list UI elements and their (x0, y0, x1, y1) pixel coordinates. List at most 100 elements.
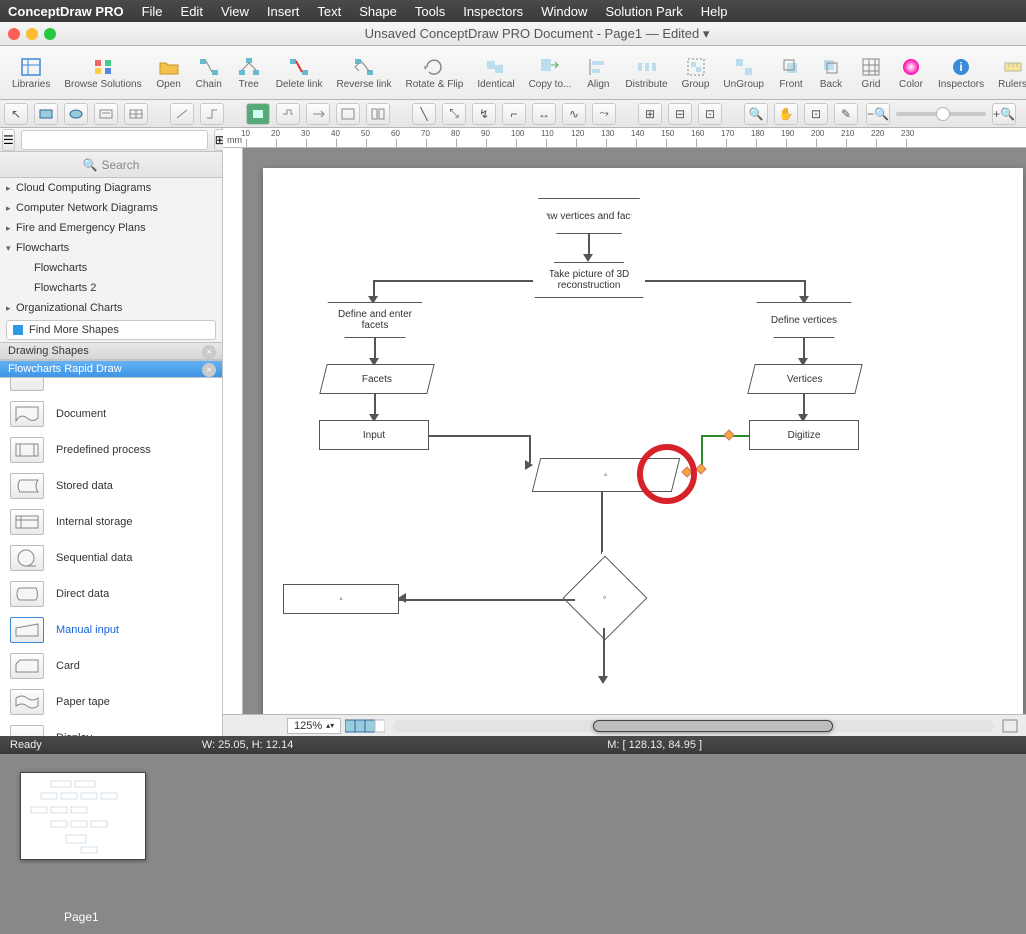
sidebar-search[interactable]: 🔍 Search (0, 152, 222, 178)
shape-predefined-process[interactable]: Predefined process (0, 432, 222, 468)
menu-text[interactable]: Text (317, 4, 341, 19)
connector-tool-2[interactable] (200, 103, 224, 125)
shape-paper-tape[interactable]: Paper tape (0, 684, 222, 720)
node-vertices[interactable]: Vertices (747, 364, 862, 394)
zoom-window-button[interactable] (44, 28, 56, 40)
node-define-vertices[interactable]: Define vertices (750, 302, 858, 338)
menu-help[interactable]: Help (701, 4, 728, 19)
toolbar-front[interactable]: Front (772, 48, 810, 98)
sidebar-filter-input[interactable] (21, 130, 208, 150)
shape-manual-input[interactable]: Manual input (0, 612, 222, 648)
zoom-in-button[interactable]: +🔍 (992, 103, 1016, 125)
crop-tool[interactable]: ⊡ (804, 103, 828, 125)
toolbar-identical[interactable]: Identical (471, 48, 520, 98)
close-icon[interactable]: × (202, 345, 216, 359)
canvas[interactable]: Draw vertices and facets Take picture of… (243, 148, 1026, 714)
node-take-picture[interactable]: Take picture of 3D reconstruction (527, 262, 651, 298)
shape-item[interactable] (0, 378, 222, 396)
ellipse-tool[interactable] (64, 103, 88, 125)
shape-document[interactable]: Document (0, 396, 222, 432)
node-facets[interactable]: Facets (319, 364, 434, 394)
minimize-window-button[interactable] (26, 28, 38, 40)
toolbar-inspectors[interactable]: iInspectors (932, 48, 990, 98)
horizontal-scrollbar[interactable] (393, 720, 994, 732)
toolbar-align[interactable]: Align (579, 48, 617, 98)
line-tool-4[interactable]: ⌐ (502, 103, 526, 125)
toolbar-chain[interactable]: Chain (190, 48, 228, 98)
node-empty-rect[interactable]: ◦ (283, 584, 399, 614)
find-more-shapes[interactable]: Find More Shapes (6, 320, 216, 340)
shape-display[interactable]: Display (0, 720, 222, 736)
zoom-tool[interactable]: 🔍 (744, 103, 768, 125)
toolbar-rulers[interactable]: Rulers (992, 48, 1026, 98)
hand-tool[interactable]: ✋ (774, 103, 798, 125)
table-tool[interactable] (124, 103, 148, 125)
tree-item-cloud[interactable]: ▸Cloud Computing Diagrams (0, 178, 222, 198)
close-icon[interactable]: × (202, 363, 216, 377)
toolbar-back[interactable]: Back (812, 48, 850, 98)
app-name[interactable]: ConceptDraw PRO (8, 4, 124, 19)
line-tool-2[interactable]: ⤡ (442, 103, 466, 125)
zoom-slider[interactable] (896, 112, 986, 116)
shape-sequential-data[interactable]: Sequential data (0, 540, 222, 576)
rapid-draw-1[interactable] (246, 103, 270, 125)
node-input[interactable]: Input (319, 420, 429, 450)
page-nav-icons[interactable] (345, 719, 385, 733)
toolbar-distribute[interactable]: Distribute (619, 48, 673, 98)
rapid-draw-5[interactable] (366, 103, 390, 125)
text-tool[interactable] (94, 103, 118, 125)
toolbar-tree[interactable]: Tree (230, 48, 268, 98)
shape-direct-data[interactable]: Direct data (0, 576, 222, 612)
toolbar-group[interactable]: Group (676, 48, 716, 98)
page-thumbnail-1[interactable] (20, 772, 146, 860)
line-tool-3[interactable]: ↯ (472, 103, 496, 125)
rect-tool[interactable] (34, 103, 58, 125)
node-define-enter-facets[interactable]: Define and enter facets (321, 302, 429, 338)
node-draw-vertices[interactable]: Draw vertices and facets (531, 198, 647, 234)
shape-internal-storage[interactable]: Internal storage (0, 504, 222, 540)
eyedropper-tool[interactable]: ✎ (834, 103, 858, 125)
snap-tool-2[interactable]: ⊟ (668, 103, 692, 125)
node-digitize[interactable]: Digitize (749, 420, 859, 450)
toolbar-rotate-flip[interactable]: Rotate & Flip (400, 48, 470, 98)
tree-item-flowcharts[interactable]: ▾Flowcharts (0, 238, 222, 258)
fit-to-window-button[interactable] (1002, 719, 1018, 733)
shape-stored-data[interactable]: Stored data (0, 468, 222, 504)
menu-shape[interactable]: Shape (359, 4, 397, 19)
menu-window[interactable]: Window (541, 4, 587, 19)
toolbar-copy-to[interactable]: Copy to... (523, 48, 578, 98)
menu-inspectors[interactable]: Inspectors (463, 4, 523, 19)
line-tool-1[interactable]: ╲ (412, 103, 436, 125)
tree-item-flowcharts-2[interactable]: Flowcharts 2 (0, 278, 222, 298)
toolbar-ungroup[interactable]: UnGroup (717, 48, 770, 98)
zoom-value[interactable]: 125% ▴▾ (287, 718, 341, 734)
close-window-button[interactable] (8, 28, 20, 40)
line-tool-7[interactable]: ⤳ (592, 103, 616, 125)
menu-tools[interactable]: Tools (415, 4, 445, 19)
tree-item-fire[interactable]: ▸Fire and Emergency Plans (0, 218, 222, 238)
tree-item-org[interactable]: ▸Organizational Charts (0, 298, 222, 318)
menu-view[interactable]: View (221, 4, 249, 19)
toolbar-reverse-link[interactable]: Reverse link (330, 48, 397, 98)
toolbar-grid[interactable]: Grid (852, 48, 890, 98)
sidebar-list-view-button[interactable]: ☰ (2, 129, 15, 151)
lib-bar-flowcharts-rapid[interactable]: Flowcharts Rapid Draw× (0, 360, 222, 378)
shape-card[interactable]: Card (0, 648, 222, 684)
snap-tool-1[interactable]: ⊞ (638, 103, 662, 125)
rapid-draw-3[interactable] (306, 103, 330, 125)
menu-file[interactable]: File (142, 4, 163, 19)
menu-insert[interactable]: Insert (267, 4, 300, 19)
pointer-tool[interactable]: ↖ (4, 103, 28, 125)
zoom-out-button[interactable]: −🔍 (866, 103, 890, 125)
node-decision[interactable]: ◦ (563, 556, 648, 641)
connector-tool-1[interactable] (170, 103, 194, 125)
tree-item-flowcharts-1[interactable]: Flowcharts (0, 258, 222, 278)
line-tool-6[interactable]: ∿ (562, 103, 586, 125)
menu-edit[interactable]: Edit (181, 4, 203, 19)
toolbar-open[interactable]: Open (150, 48, 188, 98)
lib-bar-drawing-shapes[interactable]: Drawing Shapes× (0, 342, 222, 360)
page[interactable]: Draw vertices and facets Take picture of… (263, 168, 1023, 714)
toolbar-browse-solutions[interactable]: Browse Solutions (58, 48, 147, 98)
tree-item-network[interactable]: ▸Computer Network Diagrams (0, 198, 222, 218)
rapid-draw-2[interactable] (276, 103, 300, 125)
